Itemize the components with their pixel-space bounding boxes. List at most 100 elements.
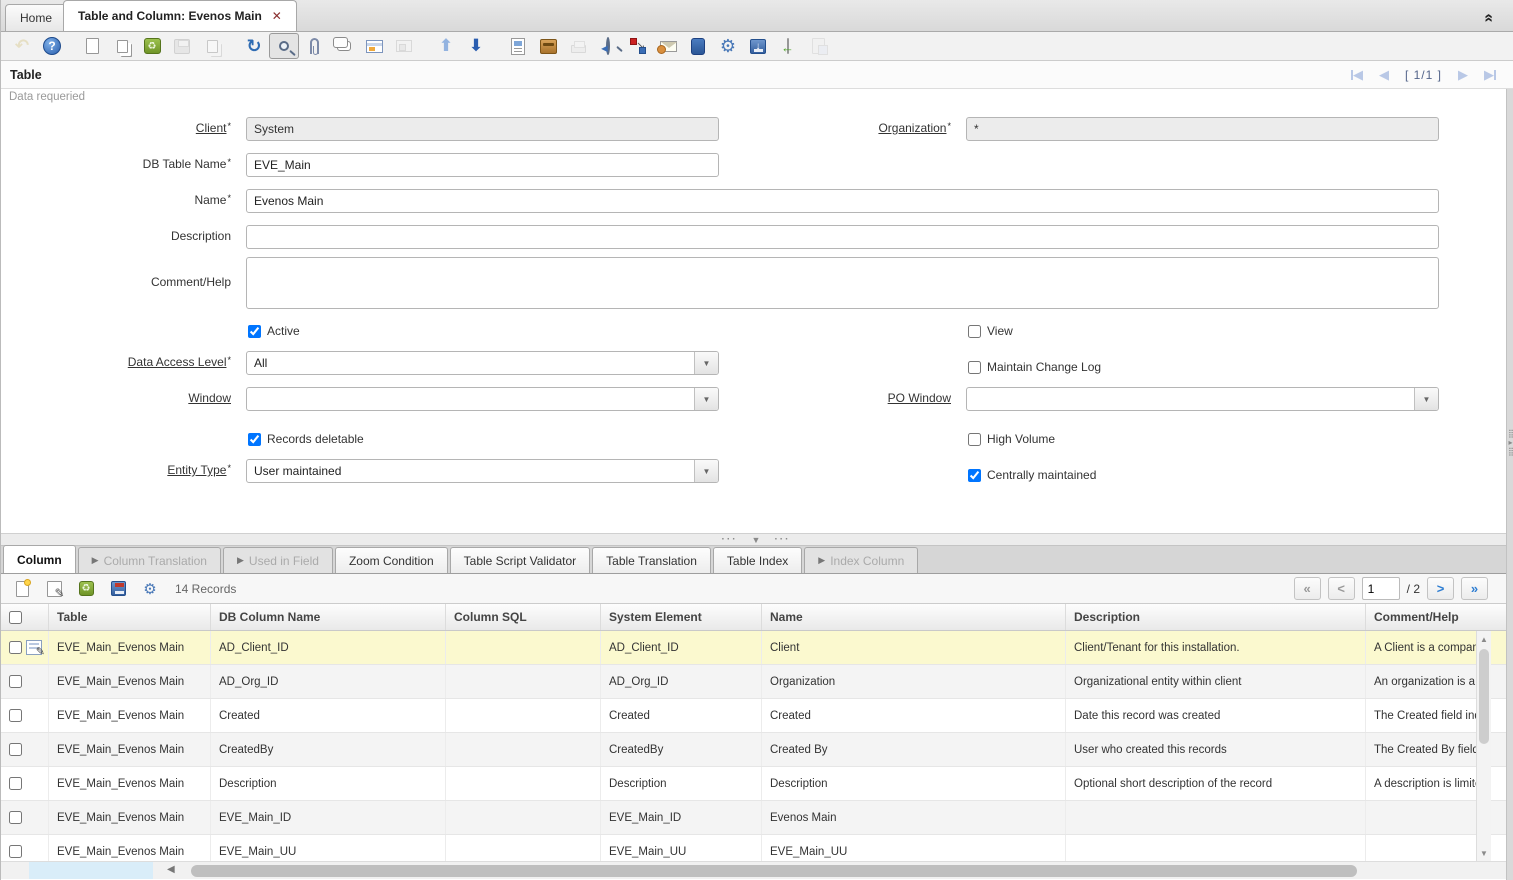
find-icon[interactable] <box>269 33 299 59</box>
grid-vertical-scrollbar[interactable]: ▲ ▼ <box>1476 631 1491 861</box>
table-row[interactable]: EVE_Main_Evenos Main Description Descrip… <box>1 767 1506 801</box>
scroll-down-icon[interactable]: ▼ <box>1477 845 1491 861</box>
detail-edit-record-icon[interactable]: ✎ <box>43 578 65 600</box>
tab-home[interactable]: Home <box>5 4 67 31</box>
comment-help-field[interactable] <box>246 257 1439 309</box>
records-deletable-checkbox[interactable] <box>248 433 261 446</box>
window-field[interactable] <box>246 387 719 411</box>
first-record-icon[interactable]: ◀ <box>1351 67 1363 83</box>
close-tab-icon[interactable]: ✕ <box>272 9 282 23</box>
tab-index-column[interactable]: ▶Index Column <box>804 547 918 573</box>
undo-icon[interactable]: ↶ <box>7 33 37 59</box>
row-checkbox[interactable] <box>9 845 22 858</box>
page-last-button[interactable]: » <box>1461 577 1488 600</box>
next-record-icon[interactable]: ▶ <box>1458 67 1468 83</box>
tab-table-translation[interactable]: Table Translation <box>592 547 711 573</box>
row-checkbox[interactable] <box>9 675 22 688</box>
active-checkbox[interactable] <box>248 325 261 338</box>
high-volume-checkbox[interactable] <box>968 433 981 446</box>
toggle-grid-icon[interactable] <box>359 33 389 59</box>
page-previous-button[interactable]: < <box>1328 577 1355 600</box>
col-header-system-element[interactable]: System Element <box>601 604 762 630</box>
delete-record-icon[interactable]: ♻ <box>137 33 167 59</box>
description-field[interactable] <box>246 225 1439 249</box>
parent-record-icon[interactable]: ⬆ <box>431 33 461 59</box>
tab-table-script-validator[interactable]: Table Script Validator <box>450 547 591 573</box>
tab-used-in-field[interactable]: ▶Used in Field <box>223 547 333 573</box>
window-dropdown-icon[interactable] <box>694 388 718 410</box>
name-field[interactable] <box>246 189 1439 213</box>
table-row[interactable]: EVE_Main_Evenos Main AD_Org_ID AD_Org_ID… <box>1 665 1506 699</box>
collapse-header-icon[interactable]: « <box>1478 8 1498 26</box>
centrally-maintained-checkbox[interactable] <box>968 469 981 482</box>
detail-process-icon[interactable]: ⚙ <box>139 578 161 600</box>
table-row[interactable]: EVE_Main_Evenos Main EVE_Main_UU EVE_Mai… <box>1 835 1506 861</box>
copy-record-icon[interactable] <box>107 33 137 59</box>
tab-column[interactable]: Column <box>3 545 76 573</box>
table-row[interactable]: EVE_Main_Evenos Main CreatedBy CreatedBy… <box>1 733 1506 767</box>
col-header-name[interactable]: Name <box>762 604 1066 630</box>
requests-icon[interactable] <box>653 33 683 59</box>
col-header-table[interactable]: Table <box>49 604 211 630</box>
col-header-comment-help[interactable]: Comment/Help <box>1366 604 1489 630</box>
col-header-db-column-name[interactable]: DB Column Name <box>211 604 446 630</box>
horizontal-splitter[interactable]: ···▼··· <box>1 533 1506 546</box>
tab-table-index[interactable]: Table Index <box>713 547 802 573</box>
data-access-level-dropdown-icon[interactable] <box>694 352 718 374</box>
tab-column-translation[interactable]: ▶Column Translation <box>78 547 221 573</box>
po-window-field[interactable] <box>966 387 1439 411</box>
product-info-icon[interactable] <box>683 33 713 59</box>
zoom-across-icon[interactable]: ◄ <box>593 33 623 59</box>
detail-record-icon[interactable]: ⬇ <box>461 33 491 59</box>
organization-field[interactable] <box>966 117 1439 141</box>
table-row[interactable]: EVE_Main_Evenos Main EVE_Main_ID EVE_Mai… <box>1 801 1506 835</box>
scroll-left-icon[interactable]: ◀ <box>167 864 175 875</box>
help-icon[interactable]: ? <box>37 33 67 59</box>
last-record-icon[interactable]: ▶ <box>1484 67 1496 83</box>
row-checkbox[interactable] <box>9 641 22 654</box>
print-icon[interactable] <box>563 33 593 59</box>
client-field[interactable] <box>246 117 719 141</box>
save-icon[interactable] <box>167 33 197 59</box>
save-create-new-icon[interactable] <box>197 33 227 59</box>
row-checkbox[interactable] <box>9 743 22 756</box>
maintain-change-log-checkbox[interactable] <box>968 361 981 374</box>
requery-icon[interactable]: ↻ <box>239 33 269 59</box>
data-access-level-field[interactable] <box>246 351 719 375</box>
attachment-icon[interactable] <box>299 33 329 59</box>
scroll-up-icon[interactable]: ▲ <box>1477 631 1491 647</box>
row-checkbox[interactable] <box>9 811 22 824</box>
page-number-input[interactable] <box>1362 577 1400 600</box>
select-all-checkbox[interactable] <box>9 611 22 624</box>
row-checkbox[interactable] <box>9 777 22 790</box>
archive-icon[interactable] <box>533 33 563 59</box>
page-next-button[interactable]: > <box>1427 577 1454 600</box>
col-header-description[interactable]: Description <box>1066 604 1366 630</box>
chat-icon[interactable] <box>329 33 359 59</box>
tab-zoom-condition[interactable]: Zoom Condition <box>335 547 448 573</box>
tab-table-and-column[interactable]: Table and Column: Evenos Main ✕ <box>63 0 297 31</box>
row-checkbox[interactable] <box>9 709 22 722</box>
detail-save-icon[interactable] <box>107 578 129 600</box>
splitter-collapse-icon[interactable]: ▼ <box>752 535 761 545</box>
table-row[interactable]: EVE_Main_Evenos Main AD_Client_ID AD_Cli… <box>1 631 1506 665</box>
horizontal-scroll-thumb[interactable] <box>191 865 1357 877</box>
export-icon[interactable]: ↓ <box>743 33 773 59</box>
csv-import-icon[interactable]: ← <box>773 33 803 59</box>
db-table-name-field[interactable] <box>246 153 719 177</box>
detail-new-record-icon[interactable] <box>11 578 33 600</box>
print-label-icon[interactable] <box>803 33 833 59</box>
east-splitter[interactable]: ⣿▸⣿ <box>1506 89 1513 880</box>
new-record-icon[interactable] <box>77 33 107 59</box>
report-icon[interactable] <box>503 33 533 59</box>
po-window-dropdown-icon[interactable] <box>1414 388 1438 410</box>
entity-type-dropdown-icon[interactable] <box>694 460 718 482</box>
page-first-button[interactable]: « <box>1294 577 1321 600</box>
view-checkbox[interactable] <box>968 325 981 338</box>
row-edit-icon[interactable] <box>26 640 42 655</box>
entity-type-field[interactable] <box>246 459 719 483</box>
process-icon[interactable]: ⚙ <box>713 33 743 59</box>
col-header-column-sql[interactable]: Column SQL <box>446 604 601 630</box>
table-row[interactable]: EVE_Main_Evenos Main Created Created Cre… <box>1 699 1506 733</box>
grid-horizontal-scrollbar[interactable]: ◀ <box>1 861 1506 879</box>
